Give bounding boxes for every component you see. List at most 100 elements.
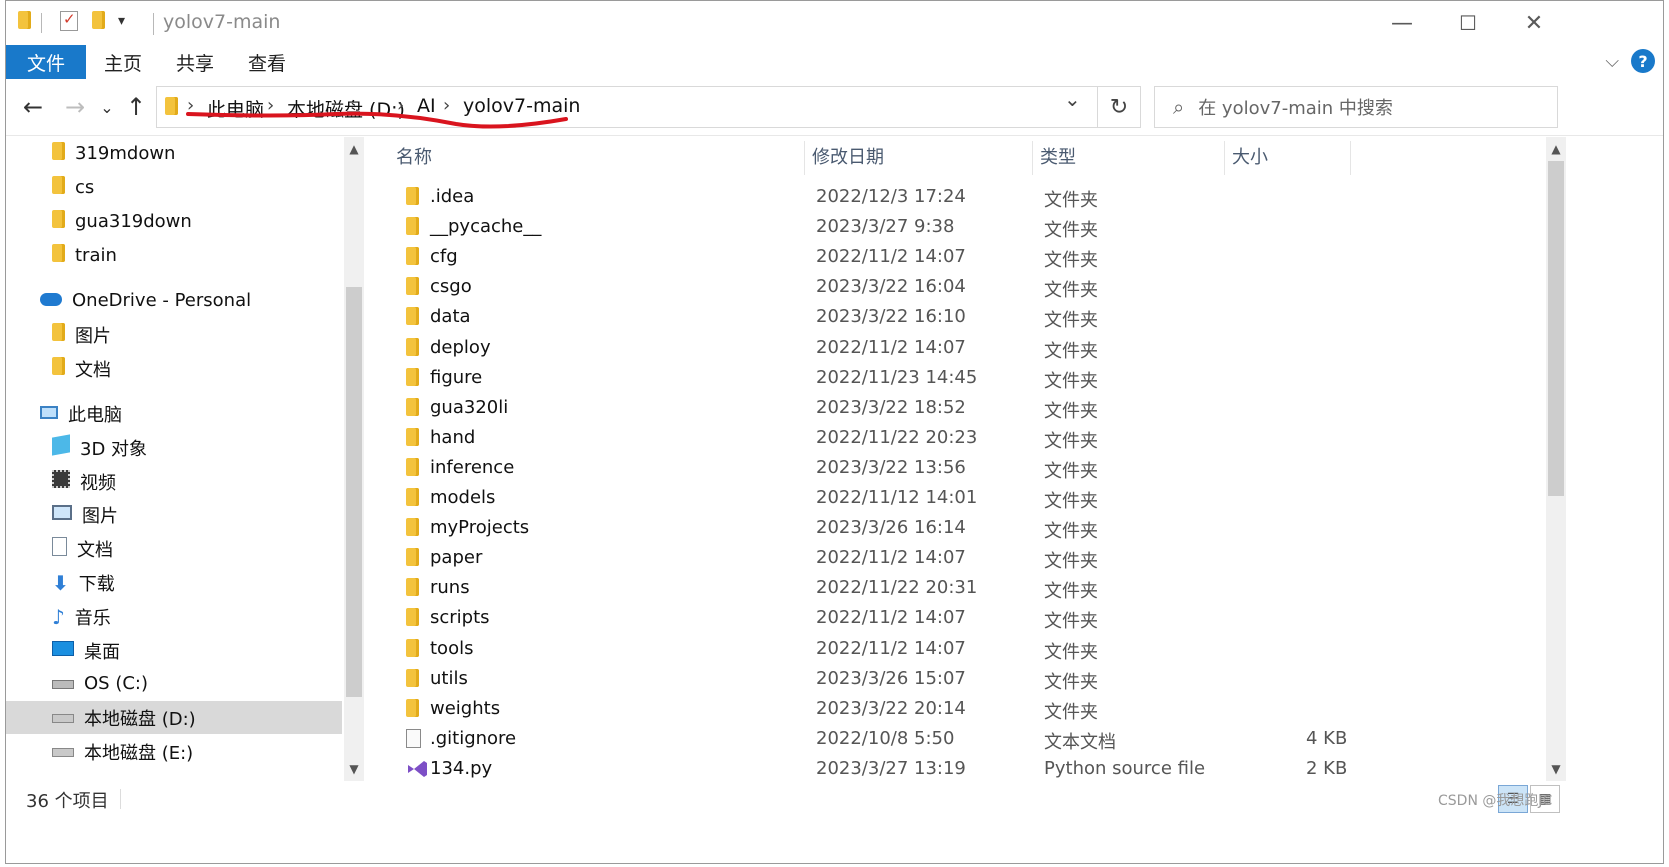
text-file-icon	[406, 728, 421, 753]
sidebar-item[interactable]: OS (C:)	[6, 667, 342, 700]
recent-locations-dropdown[interactable]: ⌄	[92, 91, 122, 123]
file-list-scrollbar[interactable]: ▲ ▼	[1546, 137, 1566, 781]
item-count: 36 个项目	[26, 791, 109, 812]
table-row[interactable]: figure 2022/11/23 14:45 文件夹	[376, 363, 1544, 393]
table-row[interactable]: inference 2023/3/22 13:56 文件夹	[376, 453, 1544, 483]
table-row[interactable]: 134.py 2023/3/27 13:19 Python source file 2…	[376, 754, 1544, 781]
folder-icon	[406, 608, 419, 631]
sidebar-item[interactable]: 桌面	[6, 634, 342, 667]
search-box[interactable]: ⌕ 在 yolov7-main 中搜索	[1154, 86, 1558, 128]
forward-button[interactable]: →	[60, 91, 90, 123]
file-name: .idea	[430, 186, 475, 207]
navigation-pane-scrollbar[interactable]: ▲ ▼	[344, 137, 364, 781]
file-modified-date: 2022/11/23 14:45	[816, 366, 978, 388]
scroll-thumb[interactable]	[346, 287, 362, 697]
sidebar-item[interactable]: 图片	[6, 318, 342, 351]
folder-icon	[406, 578, 419, 601]
table-row[interactable]: .gitignore 2022/10/8 5:50 文本文档 4 KB	[376, 724, 1544, 754]
pictures-icon	[52, 504, 72, 525]
table-row[interactable]: deploy 2022/11/2 14:07 文件夹	[376, 333, 1544, 363]
up-button[interactable]: ↑	[121, 91, 151, 123]
tab-home[interactable]: 主页	[104, 45, 142, 79]
file-name: runs	[430, 577, 470, 599]
sidebar-item[interactable]: 3D 对象	[6, 431, 342, 464]
sidebar-item[interactable]: gua319down	[6, 205, 342, 238]
table-row[interactable]: runs 2022/11/22 20:31 文件夹	[376, 573, 1544, 603]
table-row[interactable]: hand 2022/11/22 20:23 文件夹	[376, 423, 1544, 453]
sidebar-item[interactable]: 图片	[6, 498, 342, 531]
column-divider[interactable]	[1224, 141, 1225, 175]
file-type: 文件夹	[1044, 220, 1098, 242]
chevron-down-icon[interactable]: ⌵	[1605, 51, 1619, 72]
table-row[interactable]: weights 2023/3/22 20:14 文件夹	[376, 694, 1544, 724]
table-row[interactable]: myProjects 2023/3/26 16:14 文件夹	[376, 513, 1544, 543]
table-row[interactable]: data 2023/3/22 16:10 文件夹	[376, 302, 1544, 332]
window-title: yolov7-main	[163, 11, 281, 33]
tab-view[interactable]: 查看	[248, 45, 286, 79]
sidebar-item[interactable]: train	[6, 239, 342, 272]
sidebar-item[interactable]: OneDrive - Personal	[6, 284, 342, 317]
sidebar-item[interactable]: ♪ 音乐	[6, 600, 342, 633]
customize-qat-dropdown-icon[interactable]: ▾	[118, 13, 125, 29]
column-header-size[interactable]: 大小	[1232, 137, 1268, 175]
help-button[interactable]: ?	[1631, 49, 1655, 73]
sidebar-item[interactable]: 319mdown	[6, 137, 342, 170]
scroll-up-icon[interactable]: ▲	[344, 139, 364, 159]
table-row[interactable]: paper 2022/11/2 14:07 文件夹	[376, 543, 1544, 573]
scroll-up-icon[interactable]: ▲	[1546, 139, 1566, 159]
scroll-down-icon[interactable]: ▼	[1546, 759, 1566, 779]
address-history-dropdown-icon[interactable]: ⌄	[1064, 87, 1081, 111]
scroll-thumb[interactable]	[1548, 161, 1564, 496]
column-divider[interactable]	[1032, 141, 1033, 175]
column-divider[interactable]	[804, 141, 805, 175]
download-icon: ⬇	[52, 570, 69, 595]
table-row[interactable]: .idea 2022/12/3 17:24 文件夹	[376, 182, 1544, 212]
file-modified-date: 2022/11/2 14:07	[816, 547, 966, 569]
table-row[interactable]: cfg 2022/11/2 14:07 文件夹	[376, 242, 1544, 272]
sidebar-item-label: 3D 对象	[80, 438, 148, 460]
table-row[interactable]: tools 2022/11/2 14:07 文件夹	[376, 634, 1544, 664]
file-modified-date: 2023/3/27 13:19	[816, 757, 966, 779]
properties-checkmark-icon[interactable]: ✓	[60, 10, 78, 36]
close-button[interactable]: ✕	[1500, 1, 1568, 45]
file-modified-date: 2023/3/22 16:10	[816, 306, 966, 328]
column-header-name[interactable]: 名称	[396, 137, 432, 175]
sidebar-item[interactable]: 文档	[6, 532, 342, 565]
sidebar-item[interactable]: 本地磁盘 (D:)	[6, 701, 342, 734]
file-type: 文件夹	[1044, 491, 1098, 512]
file-type: 文件夹	[1044, 641, 1098, 663]
search-input[interactable]: 在 yolov7-main 中搜索	[1198, 94, 1393, 120]
tab-share[interactable]: 共享	[176, 45, 214, 79]
new-folder-icon[interactable]	[92, 11, 105, 34]
table-row[interactable]: csgo 2023/3/22 16:04 文件夹	[376, 272, 1544, 302]
column-header-date[interactable]: 修改日期	[812, 137, 884, 175]
table-row[interactable]: scripts 2022/11/2 14:07 文件夹	[376, 603, 1544, 633]
folder-icon	[52, 210, 65, 233]
table-row[interactable]: utils 2023/3/26 15:07 文件夹	[376, 664, 1544, 694]
sidebar-item-label: 桌面	[84, 641, 120, 663]
sidebar-item[interactable]: ⬇ 下载	[6, 566, 342, 599]
sidebar-item[interactable]: 本地磁盘 (E:)	[6, 735, 342, 768]
column-divider[interactable]	[1350, 141, 1351, 175]
minimize-button[interactable]: —	[1368, 1, 1436, 45]
scroll-down-icon[interactable]: ▼	[344, 759, 364, 779]
sidebar-item[interactable]: 此电脑	[6, 397, 342, 430]
sidebar-item[interactable]: 视频	[6, 465, 342, 498]
table-row[interactable]: models 2022/11/12 14:01 文件夹	[376, 483, 1544, 513]
desktop-icon	[52, 640, 74, 661]
sidebar-item[interactable]: cs	[6, 171, 342, 204]
music-icon: ♪	[52, 604, 65, 629]
folder-icon	[406, 367, 419, 391]
table-row[interactable]: gua320li 2023/3/22 18:52 文件夹	[376, 393, 1544, 423]
table-row[interactable]: __pycache__ 2023/3/27 9:38 文件夹	[376, 212, 1544, 242]
file-type: 文件夹	[1044, 521, 1098, 543]
tab-file[interactable]: 文件	[6, 45, 86, 79]
file-modified-date: 2023/3/22 20:14	[816, 697, 966, 719]
back-button[interactable]: ←	[18, 91, 48, 123]
refresh-button[interactable]: ↻	[1098, 86, 1141, 128]
file-name: data	[430, 306, 471, 328]
column-header-type[interactable]: 类型	[1040, 137, 1076, 175]
sidebar-item[interactable]: 文档	[6, 352, 342, 385]
maximize-button[interactable]: ☐	[1434, 1, 1502, 45]
sidebar-item-label: 图片	[82, 505, 118, 527]
